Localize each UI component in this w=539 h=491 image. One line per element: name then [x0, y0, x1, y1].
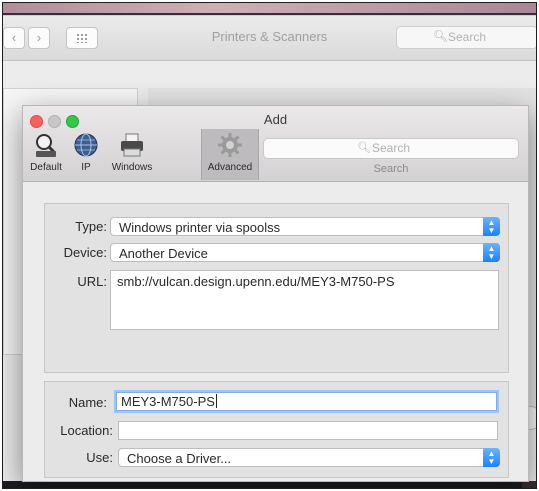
search-placeholder: Search — [448, 30, 487, 44]
toolbar-default[interactable]: Default — [25, 129, 67, 180]
type-label: Type: — [75, 219, 107, 234]
use-value: Choose a Driver... — [127, 451, 232, 466]
screenshot-frame: ‹ › Printers & Scanners 🔍︎ Search Add De… — [2, 2, 537, 489]
add-printer-dialog: Add Default IP Windows Advanced 🔍︎ Searc… — [22, 105, 529, 482]
name-value-wrap: MEY3-M750-PS — [121, 394, 217, 409]
location-field[interactable] — [118, 421, 498, 440]
dialog-title: Add — [263, 112, 288, 127]
name-value: MEY3-M750-PS — [121, 394, 215, 409]
windows-printer-icon — [121, 133, 143, 157]
toolbar-label-default: Default — [30, 162, 62, 173]
device-value: Another Device — [119, 246, 208, 261]
dialog-search-placeholder: Search — [372, 141, 411, 155]
url-label: URL: — [77, 274, 107, 289]
popup-arrows-icon: ▲ ▼ — [483, 448, 500, 467]
advanced-gear-icon — [218, 133, 242, 157]
connection-panel: Type: Windows printer via spoolss ▲ ▼ Dev… — [44, 203, 509, 373]
window-toolbar: ‹ › Printers & Scanners 🔍︎ Search — [3, 16, 536, 61]
dialog-search-label: Search — [373, 163, 409, 175]
desktop-wallpaper-top — [3, 3, 536, 13]
search-icon: 🔍︎ — [357, 142, 371, 154]
search-field[interactable]: 🔍︎ Search — [396, 26, 536, 49]
use-popup[interactable]: Choose a Driver... ▲ ▼ — [118, 448, 500, 467]
toolbar-label-advanced: Advanced — [207, 162, 253, 173]
toolbar-advanced[interactable]: Advanced — [201, 129, 259, 180]
dialog-toolbar: Add Default IP Windows Advanced 🔍︎ Searc… — [23, 106, 528, 182]
type-popup[interactable]: Windows printer via spoolss ▲ ▼ — [110, 217, 500, 236]
url-value: smb://vulcan.design.upenn.edu/MEY3-M750-… — [117, 274, 395, 289]
device-label: Device: — [63, 245, 107, 260]
use-label: Use: — [86, 450, 113, 465]
popup-arrows-icon: ▲ ▼ — [483, 243, 500, 262]
device-popup[interactable]: Another Device ▲ ▼ — [110, 243, 500, 262]
toolbar-windows[interactable]: Windows — [105, 129, 159, 180]
ip-globe-icon — [74, 133, 98, 157]
type-value: Windows printer via spoolss — [119, 220, 281, 235]
location-label: Location: — [60, 423, 113, 438]
toolbar-label-windows: Windows — [111, 162, 153, 173]
printer-info-panel: Name: MEY3-M750-PS Location: Use: Choose… — [44, 381, 509, 478]
toolbar-ip[interactable]: IP — [71, 129, 101, 180]
dialog-search-field[interactable]: 🔍︎ Search — [263, 138, 519, 159]
toolbar-label-ip: IP — [81, 162, 91, 173]
name-field[interactable]: MEY3-M750-PS — [116, 392, 497, 411]
url-field[interactable]: smb://vulcan.design.upenn.edu/MEY3-M750-… — [110, 270, 499, 330]
text-caret — [215, 394, 217, 408]
name-label: Name: — [68, 395, 107, 410]
search-icon: 🔍︎ — [433, 29, 449, 43]
default-printer-icon — [36, 134, 57, 157]
popup-arrows-icon: ▲ ▼ — [483, 217, 500, 236]
